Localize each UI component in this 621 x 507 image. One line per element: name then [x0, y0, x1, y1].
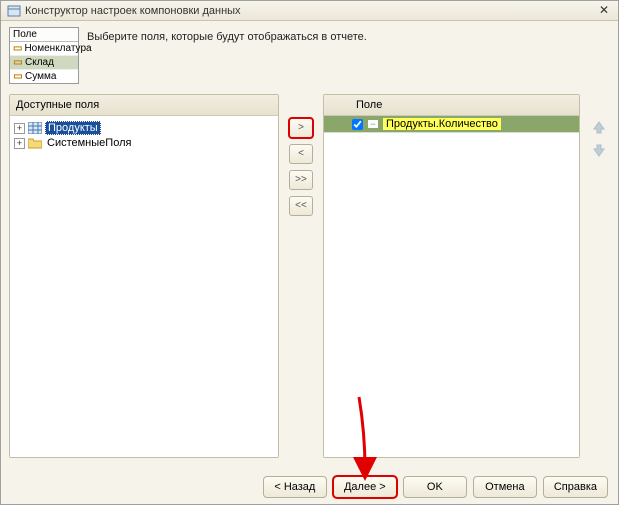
app-icon	[7, 4, 21, 18]
field-list-label: Сумма	[25, 71, 56, 82]
top-area: Поле ▭ Номенклатура ▭ Склад ▭ Сумма Выбе…	[1, 21, 618, 86]
field-list-row[interactable]: ▭ Сумма	[10, 70, 78, 83]
selected-field-row[interactable]: − Продукты.Количество	[324, 116, 579, 133]
close-button[interactable]: ✕	[596, 4, 612, 18]
help-button[interactable]: Справка	[543, 476, 608, 498]
field-list-label: Склад	[25, 57, 54, 68]
next-button[interactable]: Далее >	[333, 476, 397, 498]
folder-icon	[28, 137, 42, 149]
table-icon	[28, 122, 42, 134]
minus-icon: ▭	[13, 73, 23, 81]
tree-item-label: СистемныеПоля	[45, 137, 133, 149]
field-list-row[interactable]: ▭ Склад	[10, 56, 78, 70]
selected-fields-list[interactable]: − Продукты.Количество	[324, 116, 579, 457]
move-down-button[interactable]	[590, 142, 608, 160]
footer-buttons: < Назад Далее > OK Отмена Справка	[1, 476, 618, 498]
selected-fields-panel: Поле − Продукты.Количество	[323, 94, 580, 458]
field-list-header: Поле	[10, 28, 78, 42]
titlebar: Конструктор настроек компоновки данных ✕	[1, 1, 618, 21]
available-fields-tree[interactable]: + Продукты + СистемныеПоля	[10, 116, 278, 457]
field-list-label: Номенклатура	[24, 43, 91, 54]
available-fields-header: Доступные поля	[10, 95, 278, 116]
add-all-button[interactable]: >>	[289, 170, 313, 190]
remove-all-button[interactable]: <<	[289, 196, 313, 216]
expand-icon[interactable]: +	[14, 138, 25, 149]
tree-item-system-fields[interactable]: + СистемныеПоля	[12, 136, 276, 150]
minus-icon: −	[367, 119, 379, 129]
available-fields-panel: Доступные поля + Продукты + СистемныеПол…	[9, 94, 279, 458]
main-area: Доступные поля + Продукты + СистемныеПол…	[1, 86, 618, 466]
window-title: Конструктор настроек компоновки данных	[25, 5, 596, 17]
checkbox-column-header	[324, 95, 350, 115]
field-list-row[interactable]: ▭ Номенклатура	[10, 42, 78, 56]
reorder-arrows	[588, 94, 610, 458]
instruction-text: Выберите поля, которые будут отображатьс…	[87, 27, 367, 43]
tree-item-products[interactable]: + Продукты	[12, 120, 276, 136]
back-button[interactable]: < Назад	[263, 476, 327, 498]
tree-item-label: Продукты	[45, 121, 101, 135]
add-button[interactable]: >	[289, 118, 313, 138]
expand-icon[interactable]: +	[14, 123, 25, 134]
move-up-button[interactable]	[590, 118, 608, 136]
ok-button[interactable]: OK	[403, 476, 467, 498]
cancel-button[interactable]: Отмена	[473, 476, 537, 498]
selected-field-label: Продукты.Количество	[383, 118, 501, 130]
selected-fields-header-row: Поле	[324, 95, 579, 116]
minus-icon: ▭	[13, 45, 22, 53]
row-checkbox[interactable]	[352, 119, 363, 130]
dialog-window: Конструктор настроек компоновки данных ✕…	[0, 0, 619, 505]
minus-icon: ▭	[13, 59, 23, 67]
remove-button[interactable]: <	[289, 144, 313, 164]
selected-fields-header: Поле	[350, 95, 388, 115]
field-list-box: Поле ▭ Номенклатура ▭ Склад ▭ Сумма	[9, 27, 79, 84]
transfer-buttons: > < >> <<	[287, 94, 315, 458]
